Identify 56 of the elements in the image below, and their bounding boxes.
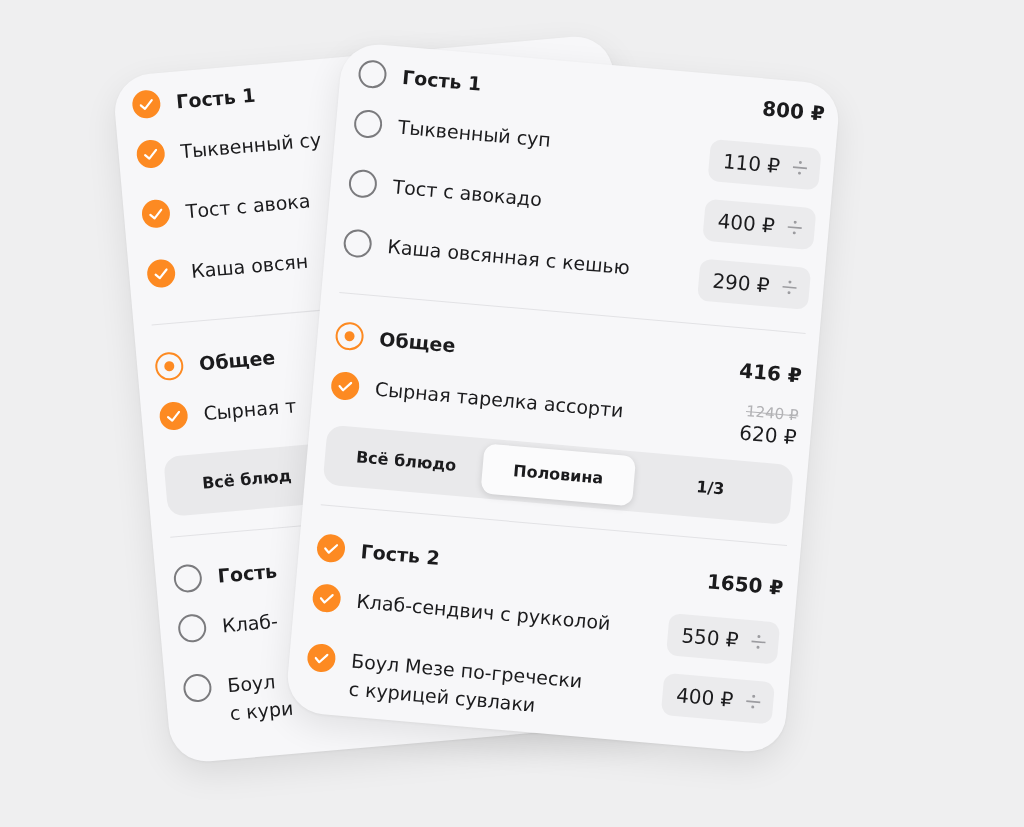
price-split-button[interactable]: 290 ₽ <box>696 258 812 310</box>
checkbox[interactable] <box>172 563 204 594</box>
item-name: Тыквенный су <box>179 127 323 165</box>
item-name: Сырная тарелка ассорти <box>373 376 625 424</box>
checkbox[interactable] <box>352 108 384 140</box>
segment-tab[interactable]: 1/3 <box>690 461 731 515</box>
item-name: Тост с авокадо <box>391 174 544 213</box>
section-title: Гость 1 <box>175 83 257 113</box>
radio-button[interactable] <box>154 351 185 382</box>
segment-tab[interactable]: Всё блюд <box>196 450 298 510</box>
divide-icon <box>744 694 762 710</box>
section-total: 800 ₽ <box>761 96 826 126</box>
checkbox[interactable] <box>146 258 177 289</box>
check-icon <box>138 98 154 111</box>
check-icon <box>313 651 329 664</box>
item-name: Сырная т <box>202 393 298 427</box>
segment-tab[interactable]: Всё блюдо <box>350 431 463 492</box>
divide-icon <box>791 160 809 176</box>
check-icon <box>337 379 353 393</box>
section-title: Гость <box>216 559 278 587</box>
item-name: Боул Мезе по-гречески с курицей сувлаки <box>347 648 584 718</box>
item-name: Тост с авока <box>184 188 312 225</box>
checkbox[interactable] <box>131 89 162 120</box>
check-icon <box>148 207 164 220</box>
divide-icon <box>780 279 799 295</box>
item-name: Клаб-сендвич с рукколой <box>355 588 612 636</box>
check-icon <box>153 267 169 280</box>
section-title: Общее <box>378 327 457 357</box>
checkbox[interactable] <box>347 168 379 199</box>
item-name: Боул с кури <box>226 669 295 727</box>
price-split-button[interactable]: 400 ₽ <box>660 672 775 725</box>
price-split-button[interactable]: 110 ₽ <box>707 138 822 191</box>
divide-icon <box>749 634 768 650</box>
price-split-button[interactable]: 400 ₽ <box>702 198 817 251</box>
section-total: 1650 ₽ <box>706 569 785 600</box>
radio-button[interactable] <box>334 321 365 352</box>
check-icon <box>323 542 339 555</box>
check-icon <box>166 409 182 423</box>
section-title: Общее <box>198 346 277 375</box>
divide-icon <box>786 219 804 236</box>
segment-tab[interactable]: Половина <box>480 443 637 507</box>
item-name: Каша овсянная с кешью <box>386 234 631 281</box>
section-title: Гость 2 <box>359 540 441 569</box>
section-title: Гость 1 <box>401 65 483 95</box>
price-split-button[interactable]: 550 ₽ <box>665 613 781 665</box>
item-name: Каша овсян <box>189 248 310 284</box>
checkbox[interactable] <box>357 59 388 90</box>
check-icon <box>319 592 335 605</box>
check-icon <box>143 147 159 161</box>
checkbox[interactable] <box>311 583 342 614</box>
checkbox[interactable] <box>342 228 373 259</box>
checkbox[interactable] <box>182 672 213 704</box>
checkbox[interactable] <box>177 613 208 644</box>
item-name: Тыквенный суп <box>396 114 552 153</box>
section-total: 416 ₽ <box>738 358 803 388</box>
item-name: Клаб- <box>220 608 279 639</box>
